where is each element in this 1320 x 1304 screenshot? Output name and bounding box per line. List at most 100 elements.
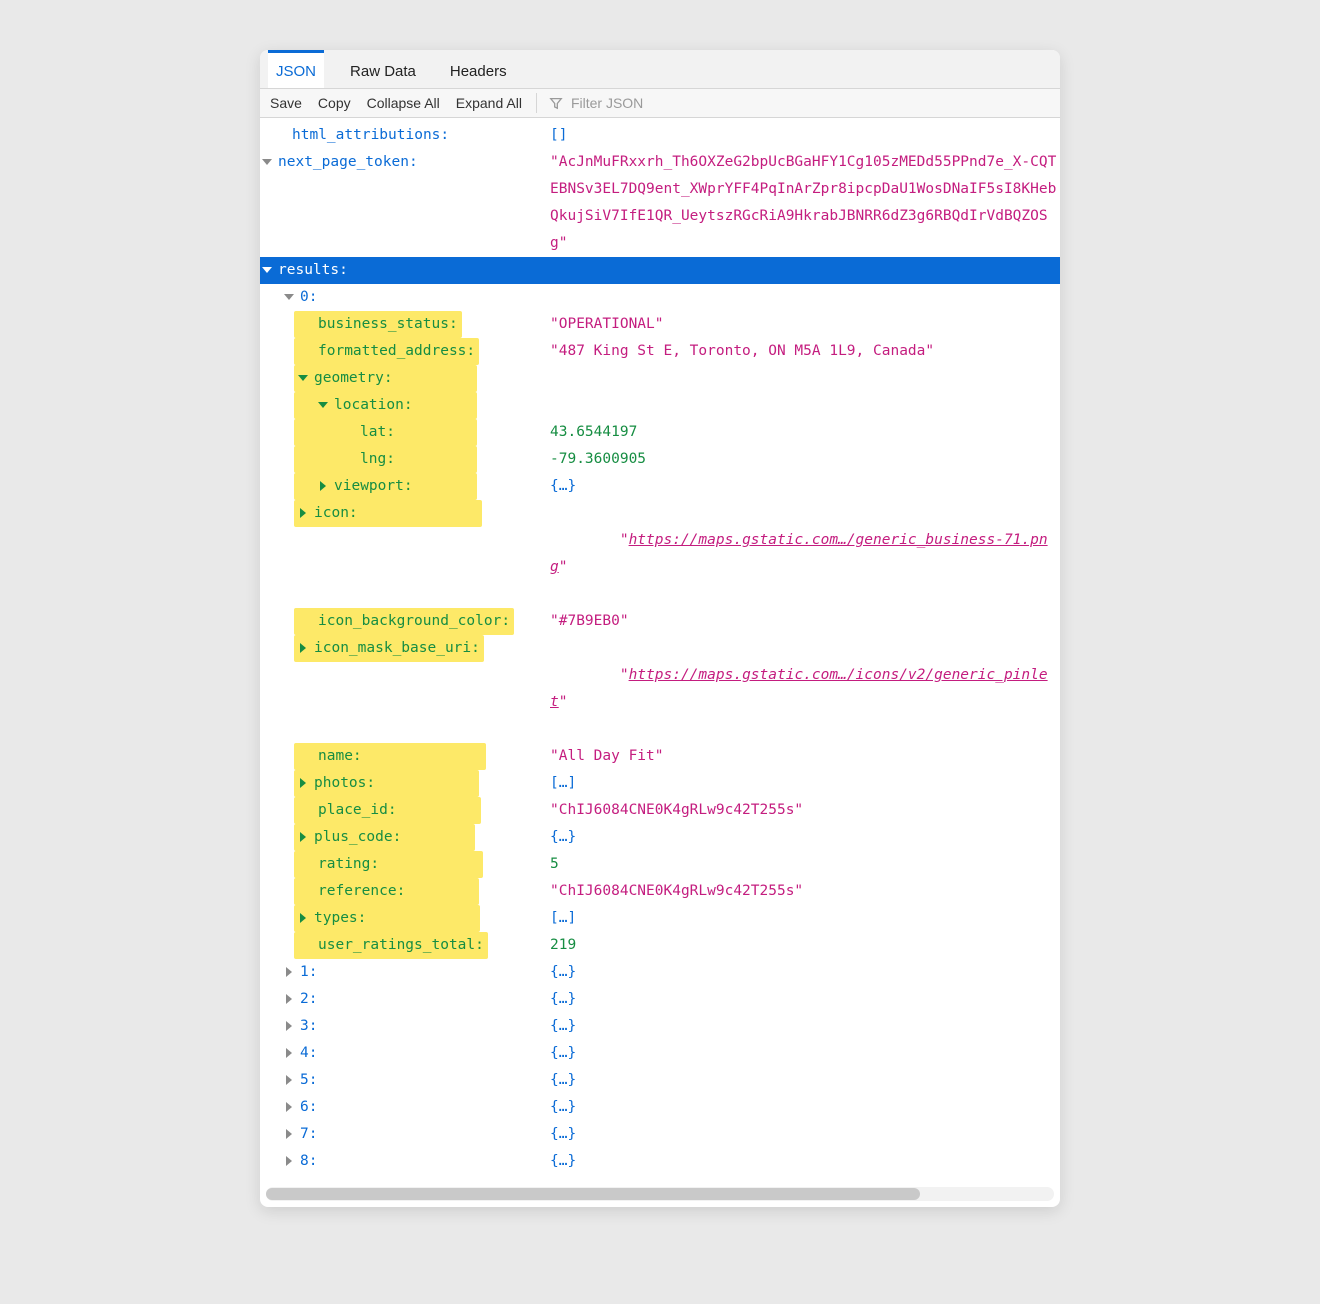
tab-json[interactable]: JSON	[268, 50, 324, 88]
toggle-collapsed-icon[interactable]	[284, 1021, 296, 1033]
json-tree: html_attributions: [] next_page_token: "…	[260, 118, 1060, 1183]
key-index-6: 6:	[300, 1094, 317, 1121]
value-array-collapsed: […]	[550, 905, 1060, 932]
save-button[interactable]: Save	[268, 93, 304, 113]
row-index-0[interactable]: 0:	[260, 284, 1060, 311]
row-photos[interactable]: photos: […]	[260, 770, 1060, 797]
toolbar-divider	[536, 93, 537, 113]
toggle-collapsed-icon[interactable]	[284, 1129, 296, 1141]
toggle-collapsed-icon[interactable]	[284, 967, 296, 979]
toggle-collapsed-icon[interactable]	[318, 481, 330, 493]
toggle-expanded-icon[interactable]	[318, 400, 330, 412]
row-viewport[interactable]: viewport: {…}	[260, 473, 1060, 500]
key-icon: icon:	[314, 500, 358, 527]
scrollbar-thumb[interactable]	[266, 1188, 920, 1200]
value-object-collapsed: {…}	[550, 1148, 1060, 1175]
row-index-4[interactable]: 4: {…}	[260, 1040, 1060, 1067]
key-index-0: 0:	[300, 284, 317, 311]
value-object-collapsed: {…}	[550, 473, 1060, 500]
toggle-collapsed-icon[interactable]	[284, 994, 296, 1006]
toggle-collapsed-icon[interactable]	[298, 913, 310, 925]
key-index-4: 4:	[300, 1040, 317, 1067]
value-user-ratings-total: 219	[550, 932, 1060, 959]
horizontal-scrollbar[interactable]	[266, 1187, 1054, 1201]
key-icon-mask: icon_mask_base_uri:	[314, 635, 480, 662]
key-geometry: geometry:	[314, 365, 393, 392]
row-results[interactable]: results:	[260, 257, 1060, 284]
value-rating: 5	[550, 851, 1060, 878]
value-name: "All Day Fit"	[550, 743, 1060, 770]
key-viewport: viewport:	[334, 473, 413, 500]
row-icon[interactable]: icon: "https://maps.gstatic.com…/generic…	[260, 500, 1060, 608]
row-index-1[interactable]: 1: {…}	[260, 959, 1060, 986]
row-icon-mask[interactable]: icon_mask_base_uri: "https://maps.gstati…	[260, 635, 1060, 743]
key-index-7: 7:	[300, 1121, 317, 1148]
toggle-collapsed-icon[interactable]	[262, 157, 274, 169]
toggle-collapsed-icon[interactable]	[284, 1156, 296, 1168]
key-index-8: 8:	[300, 1148, 317, 1175]
row-rating[interactable]: rating: 5	[260, 851, 1060, 878]
row-place-id[interactable]: place_id: "ChIJ6084CNE0K4gRLw9c42T255s"	[260, 797, 1060, 824]
value-empty-array: []	[550, 122, 1060, 149]
filter-input[interactable]	[569, 94, 769, 112]
row-types[interactable]: types: […]	[260, 905, 1060, 932]
value-next-page-token: "AcJnMuFRxxrh_Th6OXZeG2bpUcBGaHFY1Cg105z…	[550, 149, 1060, 257]
toggle-collapsed-icon[interactable]	[298, 643, 310, 655]
row-reference[interactable]: reference: "ChIJ6084CNE0K4gRLw9c42T255s"	[260, 878, 1060, 905]
toggle-collapsed-icon[interactable]	[298, 832, 310, 844]
toggle-expanded-icon[interactable]	[298, 373, 310, 385]
row-index-2[interactable]: 2: {…}	[260, 986, 1060, 1013]
tabs-bar: JSON Raw Data Headers	[260, 50, 1060, 89]
row-html-attributions[interactable]: html_attributions: []	[260, 122, 1060, 149]
row-business-status[interactable]: business_status: "OPERATIONAL"	[260, 311, 1060, 338]
tab-raw-data[interactable]: Raw Data	[342, 50, 424, 88]
value-lng: -79.3600905	[550, 446, 1060, 473]
row-index-8[interactable]: 8: {…}	[260, 1148, 1060, 1175]
key-types: types:	[314, 905, 366, 932]
toggle-expanded-icon[interactable]	[262, 265, 274, 277]
key-lng: lng:	[360, 446, 395, 473]
toggle-collapsed-icon[interactable]	[298, 778, 310, 790]
value-business-status: "OPERATIONAL"	[550, 311, 1060, 338]
row-name[interactable]: name: "All Day Fit"	[260, 743, 1060, 770]
key-index-3: 3:	[300, 1013, 317, 1040]
key-formatted-address: formatted_address:	[318, 338, 475, 365]
row-index-5[interactable]: 5: {…}	[260, 1067, 1060, 1094]
value-reference: "ChIJ6084CNE0K4gRLw9c42T255s"	[550, 878, 1060, 905]
toggle-collapsed-icon[interactable]	[284, 1075, 296, 1087]
row-location[interactable]: location:	[260, 392, 1060, 419]
collapse-all-button[interactable]: Collapse All	[365, 93, 442, 113]
value-object-collapsed: {…}	[550, 959, 1060, 986]
value-icon-bg-color: "#7B9EB0"	[550, 608, 1060, 635]
value-formatted-address: "487 King St E, Toronto, ON M5A 1L9, Can…	[550, 338, 1060, 365]
row-index-3[interactable]: 3: {…}	[260, 1013, 1060, 1040]
value-array-collapsed: […]	[550, 770, 1060, 797]
expand-all-button[interactable]: Expand All	[454, 93, 524, 113]
row-plus-code[interactable]: plus_code: {…}	[260, 824, 1060, 851]
row-index-6[interactable]: 6: {…}	[260, 1094, 1060, 1121]
toggle-collapsed-icon[interactable]	[284, 1102, 296, 1114]
value-object-collapsed: {…}	[550, 1094, 1060, 1121]
row-next-page-token[interactable]: next_page_token: "AcJnMuFRxxrh_Th6OXZeG2…	[260, 149, 1060, 257]
toolbar: Save Copy Collapse All Expand All	[260, 89, 1060, 118]
key-html-attributions: html_attributions:	[292, 122, 449, 149]
row-lng[interactable]: lng: -79.3600905	[260, 446, 1060, 473]
row-icon-bg-color[interactable]: icon_background_color: "#7B9EB0"	[260, 608, 1060, 635]
row-user-ratings-total[interactable]: user_ratings_total: 219	[260, 932, 1060, 959]
value-object-collapsed: {…}	[550, 1040, 1060, 1067]
tab-headers[interactable]: Headers	[442, 50, 515, 88]
key-index-5: 5:	[300, 1067, 317, 1094]
copy-button[interactable]: Copy	[316, 93, 353, 113]
key-reference: reference:	[318, 878, 405, 905]
row-geometry[interactable]: geometry:	[260, 365, 1060, 392]
row-lat[interactable]: lat: 43.6544197	[260, 419, 1060, 446]
row-index-7[interactable]: 7: {…}	[260, 1121, 1060, 1148]
key-index-1: 1:	[300, 959, 317, 986]
toggle-collapsed-icon[interactable]	[284, 1048, 296, 1060]
json-viewer-panel: JSON Raw Data Headers Save Copy Collapse…	[260, 50, 1060, 1207]
filter-icon	[549, 96, 563, 110]
value-place-id: "ChIJ6084CNE0K4gRLw9c42T255s"	[550, 797, 1060, 824]
toggle-expanded-icon[interactable]	[284, 292, 296, 304]
row-formatted-address[interactable]: formatted_address: "487 King St E, Toron…	[260, 338, 1060, 365]
toggle-collapsed-icon[interactable]	[298, 508, 310, 520]
